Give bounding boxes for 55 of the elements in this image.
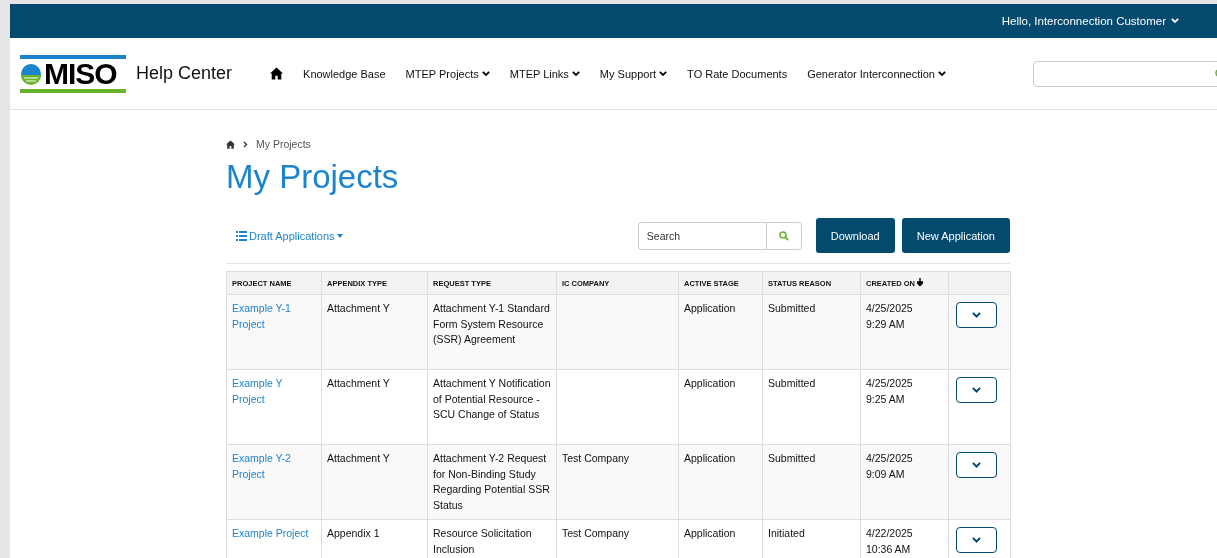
table-cell: 4/25/2025 9:25 AM — [860, 369, 949, 445]
table-cell: Submitted — [762, 444, 861, 520]
logo[interactable]: MISO — [20, 54, 126, 93]
nav-link[interactable]: MTEP Links — [509, 67, 580, 80]
breadcrumb-item: My Projects — [256, 138, 311, 150]
table-cell: Test Company — [556, 444, 679, 520]
home-icon — [226, 139, 235, 149]
download-button[interactable]: Download — [815, 218, 895, 253]
row-actions-button[interactable] — [956, 527, 997, 553]
table-cell: Submitted — [762, 294, 861, 370]
caret-icon — [938, 70, 946, 77]
list-icon — [236, 230, 247, 241]
view-menu[interactable]: Draft Applications — [236, 229, 638, 242]
page-title: My Projects — [226, 158, 400, 196]
row-actions-button[interactable] — [956, 302, 997, 328]
row-actions-button[interactable] — [956, 452, 997, 478]
caret-icon — [481, 70, 490, 77]
home-link[interactable] — [226, 139, 235, 149]
nav-link[interactable]: Knowledge Base — [303, 67, 386, 80]
chevron-right-icon — [243, 140, 248, 148]
table-cell: Application — [678, 369, 763, 445]
new-application-button[interactable]: New Application — [901, 218, 1010, 253]
caret-icon — [1171, 18, 1179, 24]
nav-link[interactable]: My Support — [599, 67, 668, 80]
sun-logo-icon — [20, 62, 42, 85]
nav-link[interactable]: Generator Interconnection — [807, 67, 946, 80]
caret-icon — [571, 70, 580, 77]
table-cell: 4/25/2025 9:29 AM — [860, 294, 949, 370]
table-cell: 4/25/2025 9:09 AM — [860, 444, 949, 520]
search-field[interactable]: Search — [637, 221, 766, 250]
home-link[interactable] — [270, 67, 284, 80]
chevron-down-icon — [972, 387, 981, 393]
chevron-down-icon — [972, 537, 981, 543]
caret-icon — [336, 233, 343, 238]
table-cell: Attachment Y — [321, 294, 428, 370]
table-cell: Submitted — [762, 369, 861, 445]
chevron-down-icon — [972, 312, 981, 318]
table-cell: Attachment Y — [321, 444, 428, 520]
home-icon — [270, 67, 284, 80]
nav-link[interactable]: TO Rate Documents — [687, 67, 788, 80]
site-title: Help Center — [136, 63, 233, 84]
table-cell: Application — [678, 294, 763, 370]
table-cell: Attachment Y-2 Request for Non-Binding Study Regarding Potential SSR Status — [427, 444, 557, 520]
table-cell: Attachment Y — [321, 369, 428, 445]
search-field[interactable] — [1033, 60, 1217, 87]
arrow-down-icon — [917, 278, 924, 286]
table-cell: Attachment Y-1 Standard Form System Resource (SSR) Agreement — [427, 294, 557, 370]
caret-icon — [659, 70, 668, 77]
chevron-down-icon — [972, 462, 981, 468]
row-actions-button[interactable] — [956, 377, 997, 403]
nav-link[interactable]: MTEP Projects — [405, 67, 490, 80]
user-menu[interactable]: Hello, Interconnection Customer — [1001, 15, 1179, 27]
table-cell: Attachment Y Notification of Potential Resource - SCU Change of Status — [427, 369, 557, 445]
table-cell: Application — [678, 444, 763, 520]
search-icon — [778, 230, 789, 241]
